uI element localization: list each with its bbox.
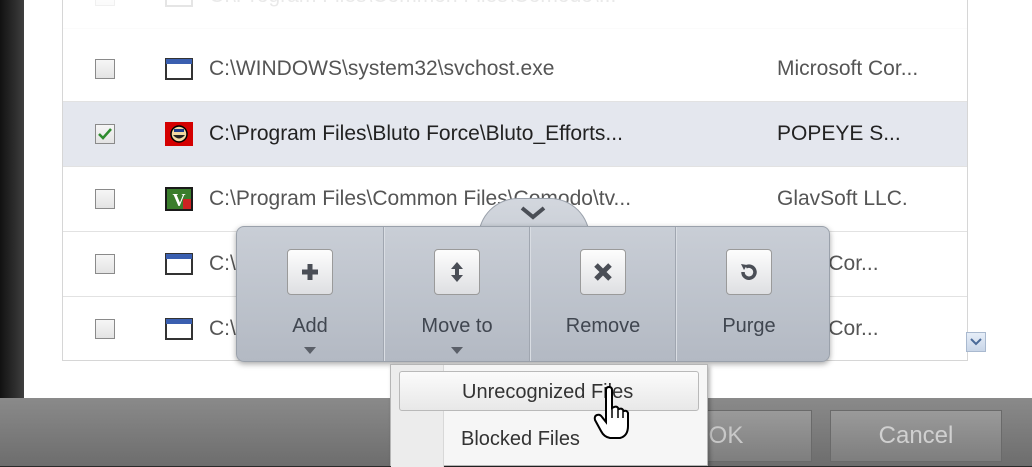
tightvnc-icon: V (165, 187, 193, 211)
hand-cursor-icon (593, 386, 629, 439)
action-toolbar: Add Move to Remove Purge (236, 226, 830, 362)
scroll-down-button[interactable] (966, 332, 986, 352)
window-icon (165, 0, 193, 7)
chevron-down-icon (520, 206, 546, 220)
table-row[interactable]: C:\Program Files\Bluto Force\Bluto_Effor… (63, 102, 967, 167)
menu-item-label: Blocked Files (461, 428, 580, 450)
file-company: GlavSoft LLC. (777, 187, 908, 210)
add-label: Add (292, 315, 328, 337)
move-to-tool[interactable]: Move to (383, 227, 530, 361)
chevron-down-icon (970, 338, 982, 346)
row-checkbox[interactable] (95, 254, 115, 274)
close-icon (594, 263, 612, 281)
cancel-button[interactable]: Cancel (830, 410, 1002, 462)
file-path: C:\ (209, 317, 236, 340)
row-checkbox[interactable] (95, 59, 115, 79)
add-button[interactable] (287, 249, 333, 295)
move-to-label: Move to (421, 315, 493, 337)
menu-item-blocked-files[interactable]: Blocked Files (399, 419, 699, 459)
caret-down-icon (451, 347, 463, 354)
window-icon (165, 318, 193, 340)
remove-tool[interactable]: Remove (529, 227, 676, 361)
file-company: POPEYE S... (777, 122, 901, 145)
checkmark-icon (98, 128, 112, 140)
row-checkbox-checked[interactable] (95, 124, 115, 144)
move-to-menu: Unrecognized Files Blocked Files (390, 364, 708, 467)
window-icon (165, 253, 193, 275)
add-tool[interactable]: Add (237, 227, 383, 361)
table-row[interactable]: C:\Program Files\Common Files\Comodo\... (63, 0, 967, 29)
menu-item-unrecognized-files[interactable]: Unrecognized Files (399, 371, 699, 411)
window-icon (165, 58, 193, 80)
file-path: C:\Program Files\Bluto Force\Bluto_Effor… (209, 122, 623, 145)
file-path: C:\Program Files\Common Files\Comodo\... (209, 0, 616, 8)
move-up-down-icon (451, 262, 463, 282)
move-to-button[interactable] (434, 249, 480, 295)
file-company: Microsoft Cor... (777, 57, 919, 80)
bluto-app-icon (165, 122, 193, 146)
remove-button[interactable] (580, 249, 626, 295)
table-row[interactable]: C:\WINDOWS\system32\svchost.exe Microsof… (63, 37, 967, 102)
purge-label: Purge (722, 315, 776, 337)
refresh-icon (741, 264, 757, 280)
caret-down-icon (304, 347, 316, 354)
file-path: C:\ (209, 252, 236, 275)
plus-icon (302, 264, 318, 280)
row-checkbox[interactable] (95, 189, 115, 209)
remove-label: Remove (565, 315, 641, 337)
purge-tool[interactable]: Purge (675, 227, 822, 361)
file-path: C:\WINDOWS\system32\svchost.exe (209, 57, 555, 80)
row-checkbox[interactable] (95, 0, 115, 6)
purge-button[interactable] (726, 249, 772, 295)
row-checkbox[interactable] (95, 319, 115, 339)
